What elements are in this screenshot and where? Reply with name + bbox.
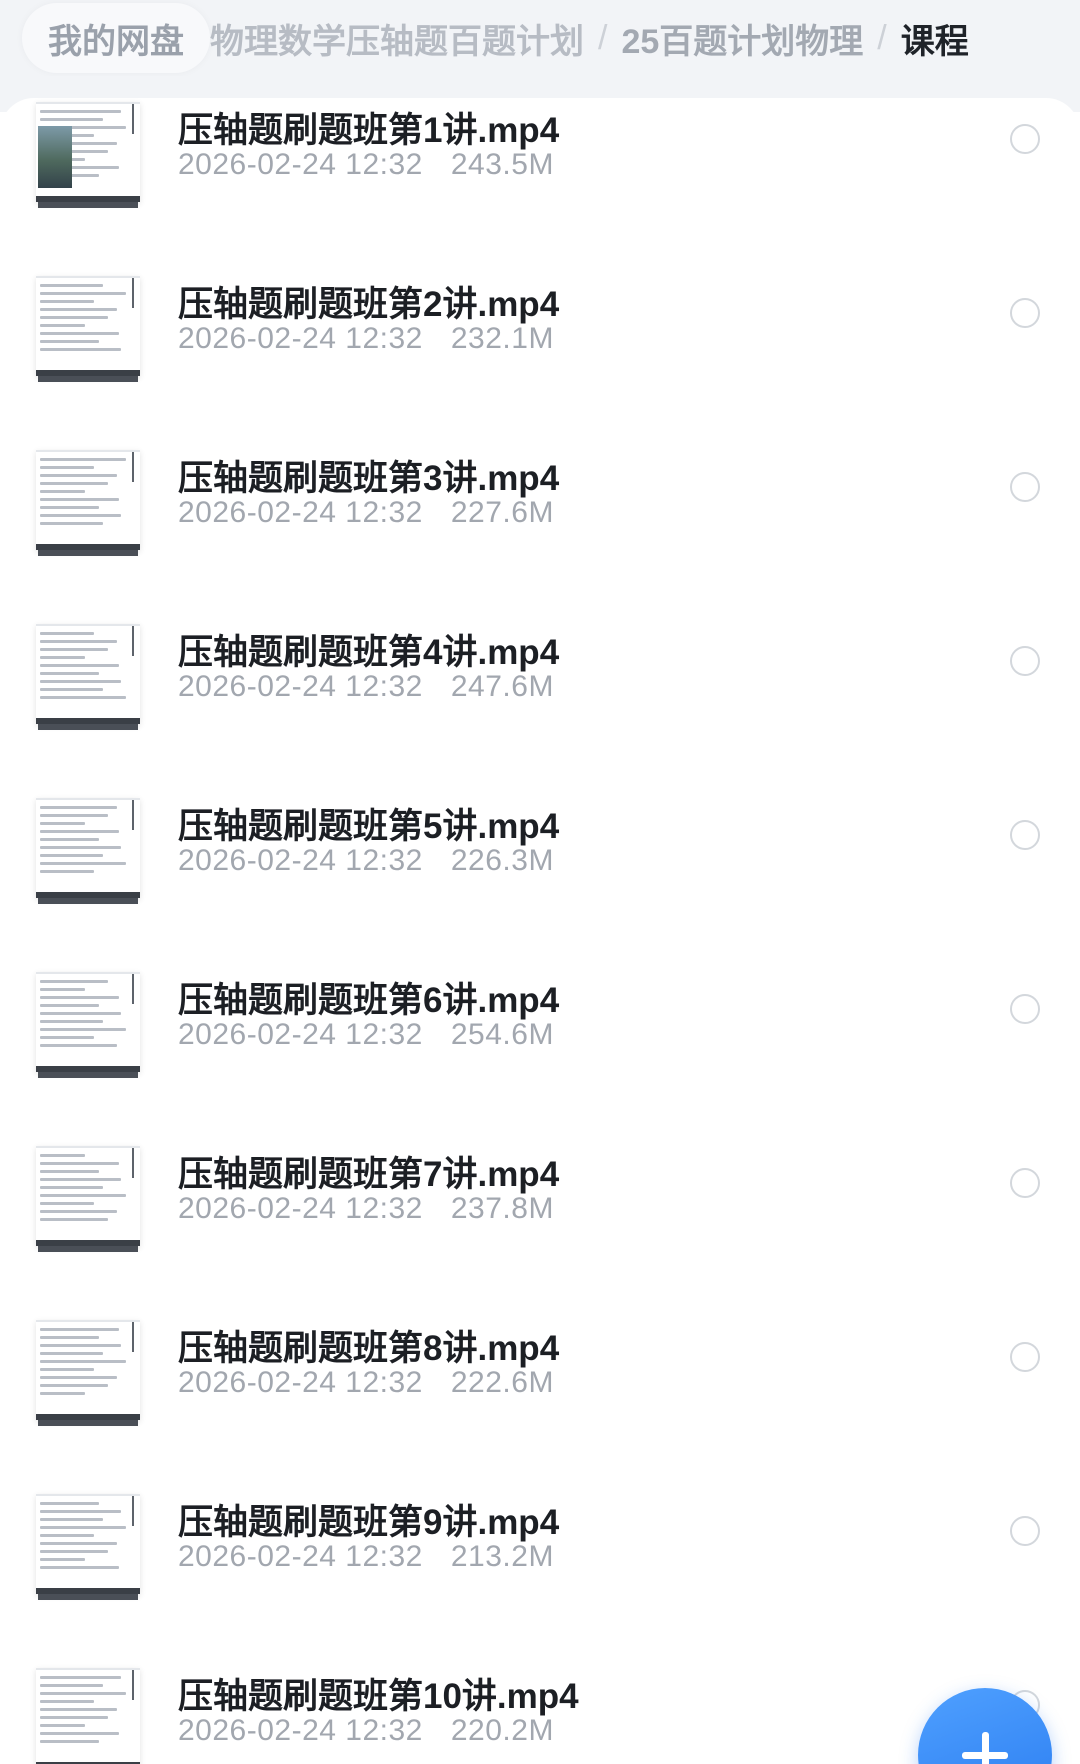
file-name: 压轴题刷题班第4讲.mp4 <box>178 633 560 672</box>
file-size: 232.1M <box>450 322 554 355</box>
file-name: 压轴题刷题班第3讲.mp4 <box>178 459 560 498</box>
video-thumbnail <box>36 1494 140 1594</box>
list-item[interactable]: 压轴题刷题班第8讲.mp4 2026-02-24 12:32 222.6M <box>0 1320 1080 1494</box>
file-meta: 2026-02-24 12:32 243.5M <box>178 148 554 182</box>
select-radio-icon[interactable] <box>1010 1342 1040 1372</box>
file-size: 222.6M <box>450 1366 554 1399</box>
file-browser-page: 我的网盘 物理数学压轴题百题计划 / 25百题计划物理 / 课程 压轴题刷题班第… <box>0 0 1080 1764</box>
file-date: 2026-02-24 12:32 <box>178 1366 423 1399</box>
file-date: 2026-02-24 12:32 <box>178 670 423 703</box>
file-meta: 2026-02-24 12:32 254.6M <box>178 1018 554 1052</box>
video-thumbnail <box>36 276 140 376</box>
select-radio-icon[interactable] <box>1010 472 1040 502</box>
file-size: 237.8M <box>450 1192 554 1225</box>
breadcrumb-bar: 我的网盘 物理数学压轴题百题计划 / 25百题计划物理 / 课程 <box>0 0 1080 112</box>
video-thumbnail <box>36 1320 140 1420</box>
file-meta: 2026-02-24 12:32 247.6M <box>178 670 554 704</box>
list-item[interactable]: 压轴题刷题班第4讲.mp4 2026-02-24 12:32 247.6M <box>0 624 1080 798</box>
video-thumbnail <box>36 1146 140 1246</box>
plus-icon-stroke <box>982 1732 989 1764</box>
file-name: 压轴题刷题班第9讲.mp4 <box>178 1503 560 1542</box>
file-name: 压轴题刷题班第1讲.mp4 <box>178 111 560 150</box>
file-size: 247.6M <box>450 670 554 703</box>
file-meta: 2026-02-24 12:32 226.3M <box>178 844 554 878</box>
file-size: 226.3M <box>450 844 554 877</box>
file-date: 2026-02-24 12:32 <box>178 148 423 181</box>
list-item[interactable]: 压轴题刷题班第9讲.mp4 2026-02-24 12:32 213.2M <box>0 1494 1080 1668</box>
file-meta: 2026-02-24 12:32 220.2M <box>178 1714 554 1748</box>
file-date: 2026-02-24 12:32 <box>178 844 423 877</box>
file-size: 254.6M <box>450 1018 554 1051</box>
list-item[interactable]: 压轴题刷题班第5讲.mp4 2026-02-24 12:32 226.3M <box>0 798 1080 972</box>
select-radio-icon[interactable] <box>1010 994 1040 1024</box>
file-name: 压轴题刷题班第2讲.mp4 <box>178 285 560 324</box>
list-item[interactable]: 压轴题刷题班第6讲.mp4 2026-02-24 12:32 254.6M <box>0 972 1080 1146</box>
video-thumbnail <box>36 450 140 550</box>
file-size: 227.6M <box>450 496 554 529</box>
file-meta: 2026-02-24 12:32 227.6M <box>178 496 554 530</box>
breadcrumb-item-folder-1[interactable]: 物理数学压轴题百题计划 <box>210 14 584 63</box>
file-date: 2026-02-24 12:32 <box>178 1714 423 1747</box>
file-meta: 2026-02-24 12:32 237.8M <box>178 1192 554 1226</box>
list-item[interactable]: 压轴题刷题班第1讲.mp4 2026-02-24 12:32 243.5M <box>0 102 1080 276</box>
select-radio-icon[interactable] <box>1010 124 1040 154</box>
file-date: 2026-02-24 12:32 <box>178 1018 423 1051</box>
file-meta: 2026-02-24 12:32 232.1M <box>178 322 554 356</box>
file-size: 243.5M <box>450 148 554 181</box>
breadcrumb-root[interactable]: 我的网盘 <box>22 3 210 73</box>
select-radio-icon[interactable] <box>1010 1516 1040 1546</box>
select-radio-icon[interactable] <box>1010 646 1040 676</box>
file-name: 压轴题刷题班第10讲.mp4 <box>178 1677 579 1716</box>
file-date: 2026-02-24 12:32 <box>178 322 423 355</box>
breadcrumb-separator: / <box>598 18 608 57</box>
file-date: 2026-02-24 12:32 <box>178 496 423 529</box>
file-meta: 2026-02-24 12:32 222.6M <box>178 1366 554 1400</box>
breadcrumb-current: 课程 <box>900 22 969 61</box>
video-thumbnail <box>36 624 140 724</box>
file-name: 压轴题刷题班第5讲.mp4 <box>178 807 560 846</box>
file-meta: 2026-02-24 12:32 213.2M <box>178 1540 554 1574</box>
file-size: 213.2M <box>450 1540 554 1573</box>
select-radio-icon[interactable] <box>1010 1168 1040 1198</box>
file-list: 压轴题刷题班第1讲.mp4 2026-02-24 12:32 243.5M 压轴题刷题… <box>0 98 1080 1764</box>
video-thumbnail <box>36 102 140 202</box>
file-size: 220.2M <box>450 1714 554 1747</box>
file-name: 压轴题刷题班第7讲.mp4 <box>178 1155 560 1194</box>
video-thumbnail <box>36 798 140 898</box>
video-thumbnail <box>36 1668 140 1764</box>
breadcrumb: 我的网盘 物理数学压轴题百题计划 / 25百题计划物理 / 课程 <box>0 0 1080 76</box>
file-name: 压轴题刷题班第6讲.mp4 <box>178 981 560 1020</box>
list-item[interactable]: 压轴题刷题班第3讲.mp4 2026-02-24 12:32 227.6M <box>0 450 1080 624</box>
select-radio-icon[interactable] <box>1010 820 1040 850</box>
file-name: 压轴题刷题班第8讲.mp4 <box>178 1329 560 1368</box>
select-radio-icon[interactable] <box>1010 298 1040 328</box>
breadcrumb-separator: / <box>877 18 887 57</box>
file-date: 2026-02-24 12:32 <box>178 1540 423 1573</box>
list-item[interactable]: 压轴题刷题班第2讲.mp4 2026-02-24 12:32 232.1M <box>0 276 1080 450</box>
breadcrumb-item-folder-2[interactable]: 25百题计划物理 <box>621 14 863 63</box>
list-item[interactable]: 压轴题刷题班第7讲.mp4 2026-02-24 12:32 237.8M <box>0 1146 1080 1320</box>
file-date: 2026-02-24 12:32 <box>178 1192 423 1225</box>
video-thumbnail <box>36 972 140 1072</box>
